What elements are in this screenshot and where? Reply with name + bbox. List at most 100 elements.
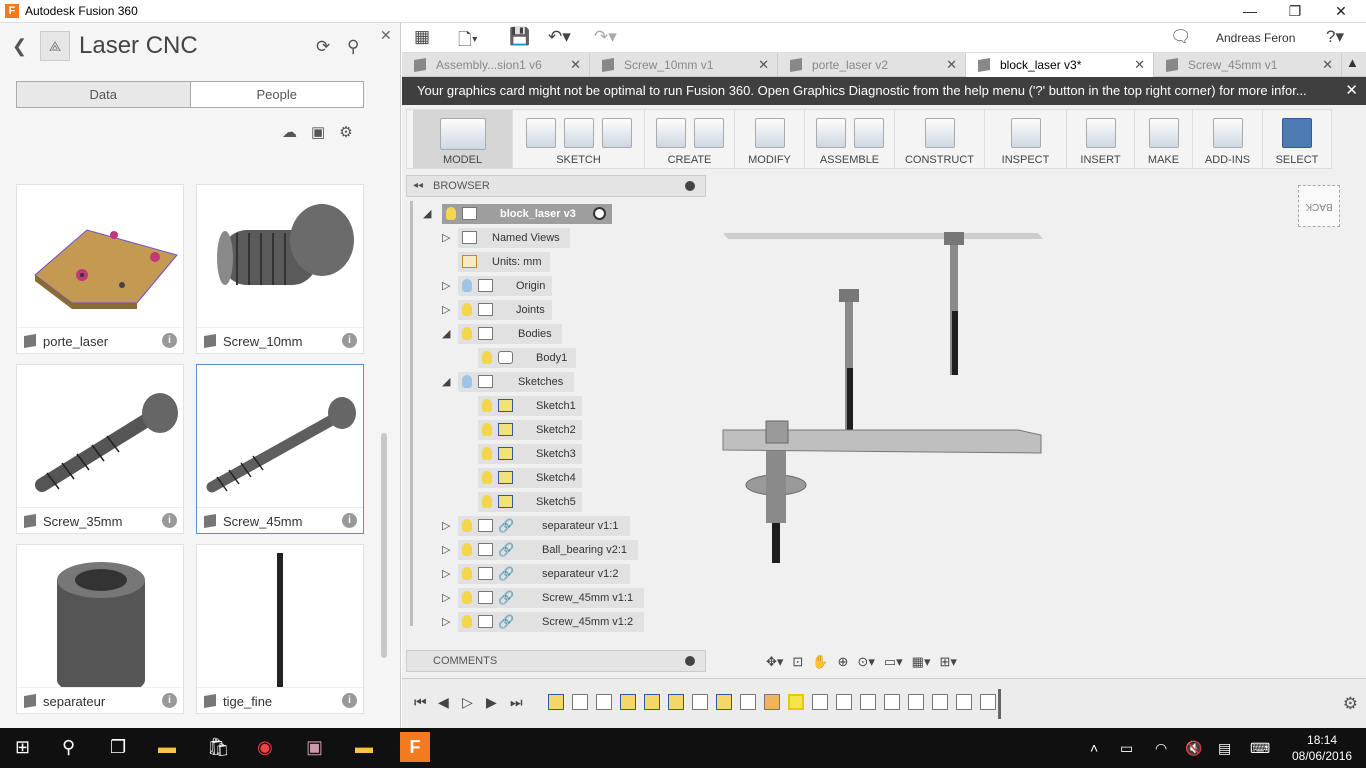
timeline-feature-icon[interactable] [596, 694, 612, 710]
info-icon[interactable]: i [162, 513, 177, 528]
wifi-icon[interactable]: ◠ [1155, 740, 1167, 757]
tree-component-5[interactable]: 🔗 Screw_45mm v1:2 [458, 612, 644, 632]
visibility-bulb-icon[interactable] [462, 567, 472, 580]
grid-settings-icon[interactable]: ▦▾ [912, 654, 931, 670]
gear-icon[interactable]: ⚙ [1343, 694, 1358, 714]
tree-component-2[interactable]: 🔗 Ball_bearing v2:1 [458, 540, 638, 560]
sketch-group[interactable]: SKETCH [513, 110, 645, 168]
visibility-bulb-icon[interactable] [462, 591, 472, 604]
expand-arrow-icon[interactable]: ▷ [442, 591, 450, 604]
close-warning-icon[interactable]: ✕ [1345, 77, 1358, 105]
timeline-joint-icon[interactable] [956, 694, 972, 710]
tab-data[interactable]: Data [17, 82, 191, 107]
undo-icon[interactable]: ↶▾ [548, 27, 571, 47]
data-item-porte-laser[interactable]: porte_laser i [16, 184, 184, 354]
timeline-marker[interactable] [998, 689, 1001, 719]
tab-screw-10mm[interactable]: Screw_10mm v1 ✕ [590, 53, 778, 77]
step-forward-icon[interactable]: ▶ [486, 694, 497, 711]
tree-joints[interactable]: Joints [458, 300, 552, 320]
timeline-joint-icon[interactable] [740, 694, 756, 710]
select-group[interactable]: SELECT [1263, 110, 1331, 168]
minimize-browser-icon[interactable] [685, 181, 695, 191]
tree-component-3[interactable]: 🔗 separateur v1:2 [458, 564, 630, 584]
data-item-screw-35mm[interactable]: Screw_35mm i [16, 364, 184, 534]
look-at-icon[interactable]: ⊡ [792, 654, 803, 670]
info-icon[interactable]: i [162, 333, 177, 348]
workspace-model[interactable]: MODEL [413, 110, 513, 168]
tab-people[interactable]: People [191, 82, 364, 107]
panel-scrollbar[interactable] [381, 433, 387, 658]
chevron-up-icon[interactable]: ˄ [1090, 740, 1098, 756]
go-to-end-icon[interactable]: ⏭ [510, 694, 523, 711]
tree-sketch-1[interactable]: Sketch1 [478, 396, 582, 416]
collapse-arrow-icon[interactable]: ◢ [442, 327, 450, 340]
zoom-icon[interactable]: ⊕ [838, 654, 849, 670]
tree-component-1[interactable]: 🔗 separateur v1:1 [458, 516, 630, 536]
timeline-selected-icon[interactable] [788, 694, 804, 710]
insert-group[interactable]: INSERT [1067, 110, 1135, 168]
fit-icon[interactable]: ⊙▾ [857, 654, 874, 670]
create-group[interactable]: CREATE [645, 110, 735, 168]
timeline-joint-icon[interactable] [932, 694, 948, 710]
store-icon[interactable]: 🛍 [207, 737, 230, 758]
timeline-sketch-icon[interactable] [548, 694, 564, 710]
minimize-button[interactable]: — [1227, 1, 1273, 22]
inspect-group[interactable]: INSPECT [985, 110, 1067, 168]
timeline-joint-icon[interactable] [836, 694, 852, 710]
file-explorer-icon[interactable]: ▬ [158, 737, 176, 758]
tab-porte-laser[interactable]: porte_laser v2 ✕ [778, 53, 966, 77]
visibility-bulb-icon[interactable] [462, 543, 472, 556]
info-icon[interactable]: i [342, 513, 357, 528]
fusion-taskbar-icon[interactable]: F [400, 732, 430, 762]
timeline-component-icon[interactable] [764, 694, 780, 710]
tab-assembly[interactable]: Assembly...sion1 v6 ✕ [402, 53, 590, 77]
notifications-icon[interactable]: ▤ [1218, 740, 1231, 757]
go-to-start-icon[interactable]: ⏮ [414, 694, 427, 711]
3d-viewport[interactable] [708, 173, 1363, 673]
tree-named-views[interactable]: Named Views [458, 228, 570, 248]
close-tab-icon[interactable]: ✕ [1322, 53, 1333, 77]
keyboard-icon[interactable]: ⌨ [1250, 740, 1270, 757]
tab-scroll-up-icon[interactable]: ▲ [1346, 55, 1359, 70]
construct-group[interactable]: CONSTRUCT [895, 110, 985, 168]
visibility-bulb-icon[interactable] [482, 495, 492, 508]
info-icon[interactable]: i [342, 333, 357, 348]
data-item-separateur[interactable]: separateur i [16, 544, 184, 714]
display-settings-icon[interactable]: ▭▾ [884, 654, 903, 670]
timeline-extrude-icon[interactable] [572, 694, 588, 710]
add-comment-icon[interactable] [685, 656, 695, 666]
app-icon[interactable]: ▣ [306, 737, 323, 758]
browser-header[interactable]: ◂◂ BROWSER [406, 175, 706, 197]
visibility-bulb-icon[interactable] [482, 423, 492, 436]
comments-panel[interactable]: COMMENTS [406, 650, 706, 672]
timeline-sketch-icon[interactable] [668, 694, 684, 710]
tree-bodies[interactable]: Bodies [458, 324, 562, 344]
expand-root-icon[interactable]: ◢ [423, 207, 431, 220]
close-button[interactable]: ✕ [1318, 1, 1364, 22]
expand-arrow-icon[interactable]: ▷ [442, 543, 450, 556]
clock[interactable]: 18:14 08/06/2016 [1292, 732, 1352, 764]
viewcube[interactable]: BACK [1298, 185, 1340, 227]
tree-origin[interactable]: Origin [458, 276, 552, 296]
expand-arrow-icon[interactable]: ▷ [442, 231, 450, 244]
viewports-icon[interactable]: ⊞▾ [939, 654, 956, 670]
pan-icon[interactable]: ✋ [812, 654, 828, 670]
step-back-icon[interactable]: ◀ [438, 694, 449, 711]
visibility-bulb-icon[interactable] [462, 519, 472, 532]
data-item-screw-10mm[interactable]: Screw_10mm i [196, 184, 364, 354]
collapse-arrow-icon[interactable]: ◢ [442, 375, 450, 388]
expand-arrow-icon[interactable]: ▷ [442, 303, 450, 316]
comment-icon[interactable]: 🗨 [1170, 27, 1192, 47]
close-panel-icon[interactable]: ✕ [380, 27, 392, 44]
upload-icon[interactable]: ☁ [282, 123, 297, 141]
browser-scrollbar[interactable] [410, 201, 413, 626]
data-item-tige-fine[interactable]: tige_fine i [196, 544, 364, 714]
timeline-joint-icon[interactable] [812, 694, 828, 710]
tree-sketch-2[interactable]: Sketch2 [478, 420, 582, 440]
info-icon[interactable]: i [162, 693, 177, 708]
make-group[interactable]: MAKE [1135, 110, 1193, 168]
visibility-bulb-icon[interactable] [462, 303, 472, 316]
restore-button[interactable]: ❐ [1272, 1, 1318, 22]
close-tab-icon[interactable]: ✕ [946, 53, 957, 77]
visibility-bulb-icon[interactable] [446, 207, 456, 220]
